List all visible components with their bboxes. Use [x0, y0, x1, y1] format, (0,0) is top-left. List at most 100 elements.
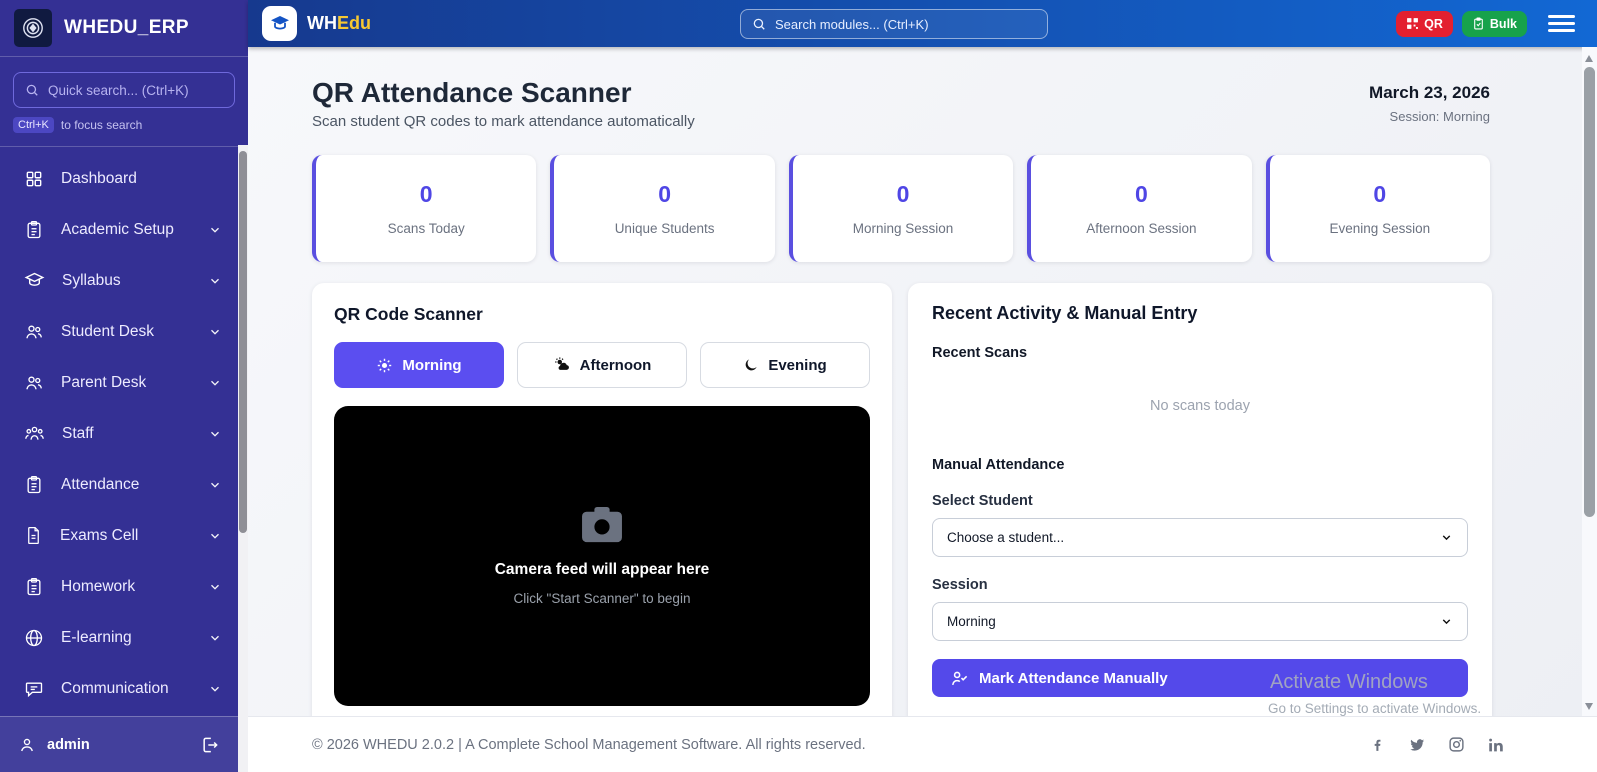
- logout-button[interactable]: [200, 735, 220, 755]
- manual-attendance-heading: Manual Attendance: [932, 457, 1065, 473]
- chevron-down-icon: [211, 686, 219, 692]
- activity-card: Recent Activity & Manual Entry Recent Sc…: [908, 283, 1492, 753]
- menu-toggle-button[interactable]: [1548, 15, 1575, 32]
- page-scrollbar[interactable]: [1582, 47, 1597, 716]
- session-buttons: Morning Afternoon Evening: [334, 342, 870, 388]
- navbar-brand: WHEdu: [307, 13, 371, 33]
- grid-icon: [26, 171, 42, 186]
- current-date: March 23, 2026: [1369, 83, 1490, 102]
- date-block: March 23, 2026 Session: Morning: [1369, 83, 1490, 124]
- sidebar-brand: WHEDU_ERP: [64, 17, 190, 38]
- shortcut-badge: Ctrl+K: [13, 117, 54, 133]
- chevron-down-icon: [1442, 535, 1451, 541]
- sidebar-item-exams-cell[interactable]: Exams Cell: [0, 510, 238, 561]
- clipboard-icon: [27, 577, 41, 595]
- chevron-down-icon: [211, 227, 219, 233]
- camera-icon: [582, 506, 622, 543]
- quick-search-input[interactable]: Quick search... (Ctrl+K): [13, 72, 235, 108]
- users-group-icon: [25, 426, 44, 440]
- qr-code-icon: [1407, 18, 1419, 29]
- session-button-evening[interactable]: Evening: [700, 342, 870, 388]
- sidebar-scrollbar[interactable]: [238, 145, 248, 772]
- camera-feed-panel: Camera feed will appear here Click "Star…: [334, 406, 870, 706]
- camera-placeholder-hint: Click "Start Scanner" to begin: [513, 591, 691, 606]
- sidebar-item-elearning[interactable]: E-learning: [0, 612, 238, 663]
- sidebar-scrollbar-thumb[interactable]: [239, 151, 247, 533]
- quick-search-placeholder: Quick search... (Ctrl+K): [48, 82, 189, 98]
- top-navbar: WHEdu Search modules... (Ctrl+K) QR Bulk: [248, 0, 1597, 47]
- student-select[interactable]: Choose a student...: [932, 518, 1468, 557]
- cloud-sun-icon: [554, 357, 569, 370]
- users-icon: [26, 376, 42, 389]
- shortcut-hint: Ctrl+K to focus search: [0, 108, 248, 147]
- camera-placeholder-title: Camera feed will appear here: [494, 561, 710, 578]
- twitter-icon[interactable]: [1408, 736, 1426, 754]
- qr-button[interactable]: QR: [1396, 10, 1453, 37]
- modules-search-input[interactable]: Search modules... (Ctrl+K): [740, 9, 1048, 39]
- page-scrollbar-thumb[interactable]: [1584, 67, 1595, 517]
- search-icon: [753, 18, 765, 30]
- stat-card-morning-session: 0 Morning Session: [788, 155, 1014, 262]
- chevron-down-icon: [211, 431, 219, 437]
- stat-card-unique-students: 0 Unique Students: [550, 155, 775, 262]
- facebook-icon[interactable]: [1369, 736, 1386, 753]
- graduation-cap-icon: [24, 272, 45, 286]
- sidebar-item-staff[interactable]: Staff: [0, 408, 238, 459]
- page-title: QR Attendance Scanner: [312, 77, 632, 108]
- footer: © 2026 WHEDU 2.0.2 | A Complete School M…: [248, 716, 1597, 772]
- chevron-down-icon: [211, 380, 219, 386]
- sidebar-item-attendance[interactable]: Attendance: [0, 459, 238, 510]
- sidebar-item-dashboard[interactable]: Dashboard: [0, 153, 238, 204]
- sidebar-item-academic-setup[interactable]: Academic Setup: [0, 204, 238, 255]
- scanner-card-title: QR Code Scanner: [334, 304, 483, 324]
- whedu-logo[interactable]: [262, 6, 297, 41]
- copyright-text: © 2026 WHEDU 2.0.2 | A Complete School M…: [312, 736, 866, 753]
- instagram-icon[interactable]: [1448, 736, 1465, 753]
- qr-scanner-card: QR Code Scanner Morning Afternoon Evenin…: [312, 283, 892, 753]
- session-select[interactable]: Morning: [932, 602, 1468, 641]
- linkedin-icon[interactable]: [1487, 736, 1505, 754]
- sidebar-item-homework[interactable]: Homework: [0, 561, 238, 612]
- stat-card-scans-today: 0 Scans Today: [312, 155, 537, 262]
- sidebar-user-bar: admin: [0, 716, 238, 772]
- scroll-down-arrow[interactable]: [1585, 703, 1593, 710]
- scroll-up-arrow[interactable]: [1585, 55, 1593, 62]
- file-icon: [28, 526, 39, 545]
- user-icon: [21, 738, 33, 751]
- session-button-afternoon[interactable]: Afternoon: [517, 342, 687, 388]
- moon-icon: [745, 359, 757, 371]
- qr-attendance-page: WHEDU_ERP Quick search... (Ctrl+K) Ctrl+…: [0, 0, 1597, 772]
- main-content: QR Attendance Scanner Scan student QR co…: [248, 47, 1597, 753]
- school-crest-logo: [14, 9, 52, 47]
- page-subtitle: Scan student QR codes to mark attendance…: [312, 113, 695, 130]
- user-check-icon: [951, 671, 968, 685]
- sidebar-header: WHEDU_ERP: [0, 0, 248, 57]
- recent-scans-heading: Recent Scans: [932, 345, 1028, 361]
- clipboard-check-icon: [1474, 17, 1483, 30]
- graduation-cap-icon: [270, 15, 289, 30]
- sidebar-item-student-desk[interactable]: Student Desk: [0, 306, 238, 357]
- clipboard-icon: [27, 220, 41, 238]
- session-button-morning[interactable]: Morning: [334, 342, 504, 388]
- globe-icon: [25, 629, 43, 646]
- sidebar-item-communication[interactable]: Communication: [0, 663, 238, 714]
- sidebar: WHEDU_ERP Quick search... (Ctrl+K) Ctrl+…: [0, 0, 248, 772]
- select-student-label: Select Student: [932, 493, 1033, 509]
- sidebar-item-parent-desk[interactable]: Parent Desk: [0, 357, 238, 408]
- sidebar-menu: Dashboard Academic Setup Syllabus Studen…: [0, 145, 238, 716]
- activity-card-title: Recent Activity & Manual Entry: [932, 303, 1198, 323]
- stat-card-evening-session: 0 Evening Session: [1265, 155, 1491, 262]
- clipboard-icon: [27, 475, 41, 493]
- bulk-button[interactable]: Bulk: [1461, 10, 1527, 37]
- mark-attendance-button[interactable]: Mark Attendance Manually: [932, 659, 1468, 697]
- chevron-down-icon: [211, 329, 219, 335]
- sidebar-item-syllabus[interactable]: Syllabus: [0, 255, 238, 306]
- social-links: [1369, 736, 1505, 754]
- logout-icon: [203, 737, 218, 752]
- users-icon: [26, 325, 42, 338]
- search-icon: [26, 84, 38, 96]
- stat-card-afternoon-session: 0 Afternoon Session: [1027, 155, 1252, 262]
- current-session: Session: Morning: [1389, 109, 1490, 124]
- no-scans-message: No scans today: [1150, 398, 1250, 414]
- crest-icon: [23, 18, 43, 38]
